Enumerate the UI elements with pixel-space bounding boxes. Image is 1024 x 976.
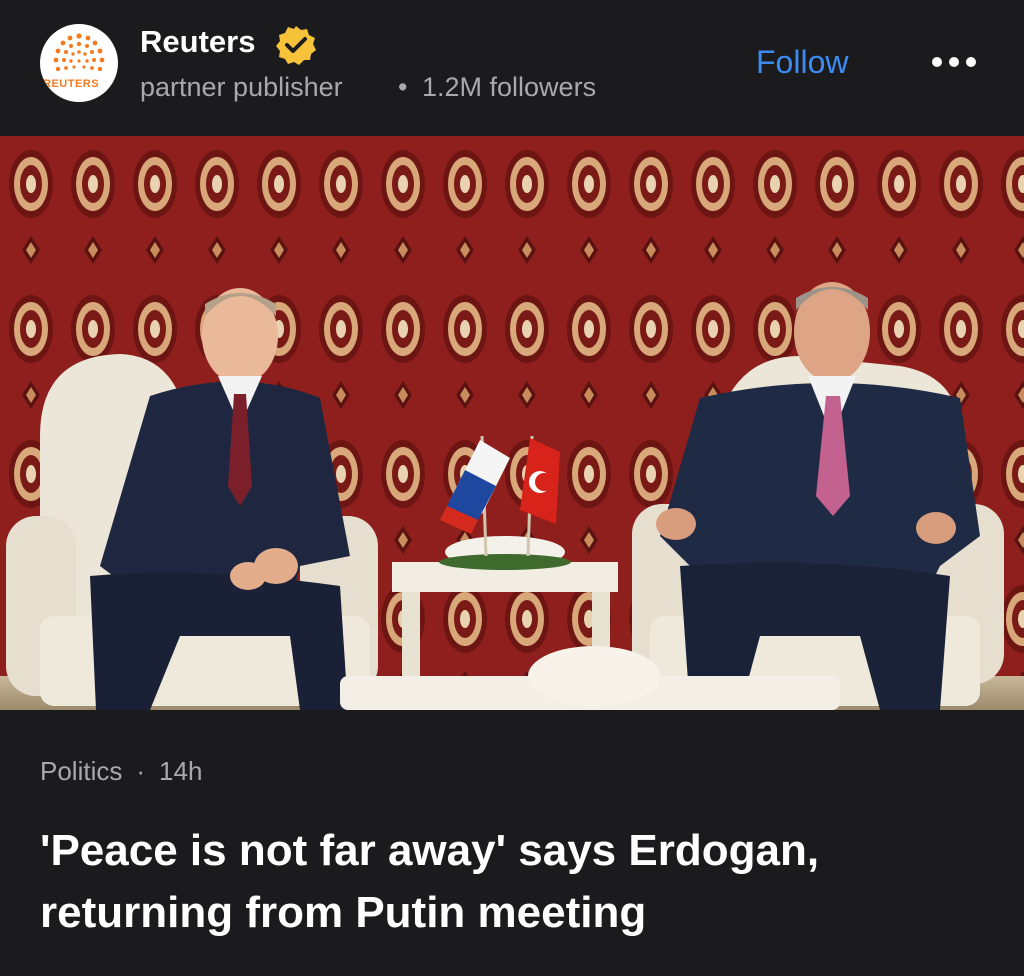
article-photo[interactable] [0, 136, 1024, 710]
article-meta: Politics · 14h [40, 756, 202, 787]
more-options-icon[interactable] [928, 52, 980, 72]
separator-dot: • [398, 72, 408, 102]
post-header: REUTERS Reuters partner publisher • 1.2M… [0, 0, 1024, 136]
logo-wordmark: REUTERS [43, 78, 100, 90]
category-label[interactable]: Politics [40, 756, 122, 786]
reuters-dots-icon [53, 33, 105, 72]
verified-badge-icon [276, 26, 316, 65]
publisher-name[interactable]: Reuters [140, 24, 255, 60]
publisher-logo[interactable]: REUTERS [40, 24, 118, 102]
news-photo-image [0, 136, 1024, 710]
article-headline[interactable]: 'Peace is not far away' says Erdogan, re… [40, 820, 990, 944]
publisher-type: partner publisher [140, 72, 343, 102]
follow-button[interactable]: Follow [756, 40, 848, 84]
post-age: 14h [159, 756, 203, 786]
follower-count: 1.2M followers [422, 72, 597, 102]
meta-separator: · [136, 756, 146, 786]
flower-arrangement [528, 646, 660, 706]
